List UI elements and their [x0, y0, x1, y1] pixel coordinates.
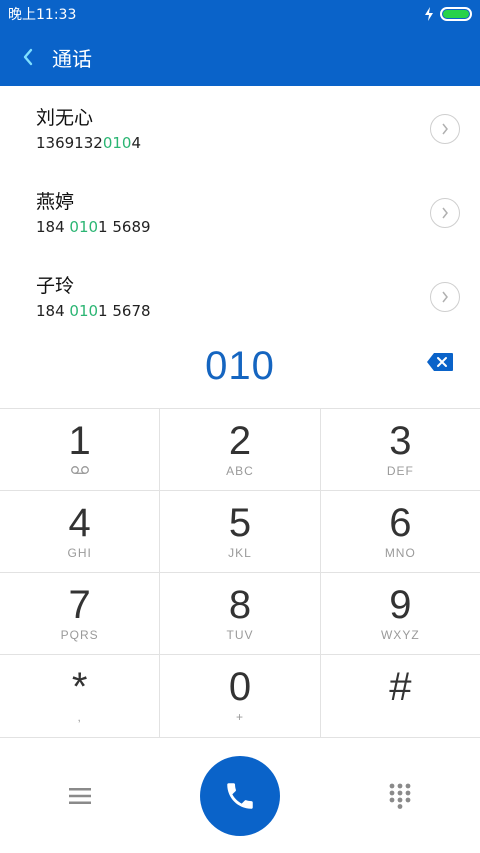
key-letters: DEF [386, 464, 414, 478]
key-9[interactable]: 9 WXYZ [321, 573, 480, 654]
key-8[interactable]: 8 TUV [160, 573, 321, 654]
contact-name: 刘无心 [36, 107, 94, 129]
key-letters: JKL [228, 546, 252, 560]
back-button[interactable] [0, 28, 56, 86]
menu-button[interactable] [50, 766, 110, 826]
key-digit: 4 [68, 501, 91, 545]
back-chevron-icon [23, 48, 33, 66]
contact-item[interactable]: 子玲 184 0101 5678 [0, 254, 480, 338]
voicemail-icon [70, 464, 90, 480]
number-match: 010 [102, 134, 132, 152]
key-letters: ABC [226, 464, 254, 478]
key-digit: * [71, 665, 88, 709]
key-letters: + [235, 710, 244, 724]
status-bar: 晚上11:33 [0, 0, 480, 28]
status-time: 晚上11:33 [8, 7, 77, 23]
key-digit: # [389, 665, 412, 709]
key-0[interactable]: 0 + [160, 655, 321, 737]
keypad-row: 7 PQRS 8 TUV 9 WXYZ [0, 573, 480, 655]
number-part: 1 5678 [98, 302, 151, 320]
charging-icon [425, 7, 433, 21]
contact-detail-button[interactable] [430, 198, 460, 228]
keypad-row: 4 GHI 5 JKL 6 MNO [0, 491, 480, 573]
key-letters: GHI [67, 546, 92, 560]
key-digit: 5 [228, 501, 252, 545]
app-bar: 通话 [0, 28, 480, 86]
key-letters: , [77, 710, 82, 724]
key-1[interactable]: 1 [0, 409, 161, 490]
contact-suggestions: 刘无心 13691320104 燕婷 184 0101 5689 子玲 184 … [0, 86, 480, 338]
number-match: 010 [69, 302, 99, 320]
number-part: 4 [131, 134, 141, 152]
contact-number: 13691320104 [36, 132, 480, 154]
key-hash[interactable]: # [321, 655, 480, 737]
status-icons [424, 7, 472, 21]
battery-level [443, 10, 469, 18]
page-title: 通话 [52, 46, 92, 71]
key-letters: PQRS [60, 628, 99, 642]
dialpad-icon [389, 783, 411, 809]
keypad-row: 1 2 ABC 3 DEF [0, 409, 480, 491]
menu-icon [69, 787, 91, 804]
number-part: 184 [36, 218, 70, 236]
contact-detail-button[interactable] [430, 114, 460, 144]
dial-entry: 010 [0, 334, 480, 398]
key-6[interactable]: 6 MNO [321, 491, 480, 572]
dial-keypad: 1 2 ABC 3 DEF 4 GHI 5 JKL 6 MNO 7 PQRS 8… [0, 408, 480, 738]
phone-icon [227, 782, 253, 809]
number-part: 1 5689 [98, 218, 151, 236]
key-2[interactable]: 2 ABC [160, 409, 321, 490]
key-digit: 8 [228, 583, 252, 627]
contact-item[interactable]: 刘无心 13691320104 [0, 86, 480, 170]
key-digit: 7 [68, 583, 91, 627]
chevron-right-icon [442, 207, 448, 219]
dialed-number[interactable]: 010 [205, 344, 275, 389]
contact-detail-button[interactable] [430, 282, 460, 312]
key-digit: 0 [228, 665, 252, 709]
contact-item[interactable]: 燕婷 184 0101 5689 [0, 170, 480, 254]
keypad-row: * , 0 + # [0, 655, 480, 738]
number-part: 1369132 [36, 134, 103, 152]
key-digit: 1 [68, 419, 91, 463]
contact-number: 184 0101 5689 [36, 216, 480, 238]
contact-name: 子玲 [36, 275, 75, 297]
key-digit: 2 [228, 419, 252, 463]
key-5[interactable]: 5 JKL [160, 491, 321, 572]
contact-name: 燕婷 [36, 191, 75, 213]
key-digit: 3 [389, 419, 412, 463]
key-star[interactable]: * , [0, 655, 161, 737]
contact-number: 184 0101 5678 [36, 300, 480, 322]
key-letters: MNO [384, 546, 416, 560]
chevron-right-icon [442, 123, 448, 135]
number-part: 184 [36, 302, 70, 320]
number-match: 010 [69, 218, 99, 236]
bottom-bar [0, 738, 480, 853]
chevron-right-icon [442, 291, 448, 303]
key-digit: 6 [389, 501, 412, 545]
key-4[interactable]: 4 GHI [0, 491, 161, 572]
call-button[interactable] [200, 755, 280, 836]
battery-icon [440, 7, 472, 21]
key-3[interactable]: 3 DEF [321, 409, 480, 490]
key-letters: WXYZ [380, 628, 420, 642]
dialpad-toggle-button[interactable] [370, 766, 430, 826]
key-letters: TUV [226, 628, 254, 642]
key-digit: 9 [389, 583, 412, 627]
backspace-icon[interactable] [426, 352, 454, 372]
key-7[interactable]: 7 PQRS [0, 573, 161, 654]
